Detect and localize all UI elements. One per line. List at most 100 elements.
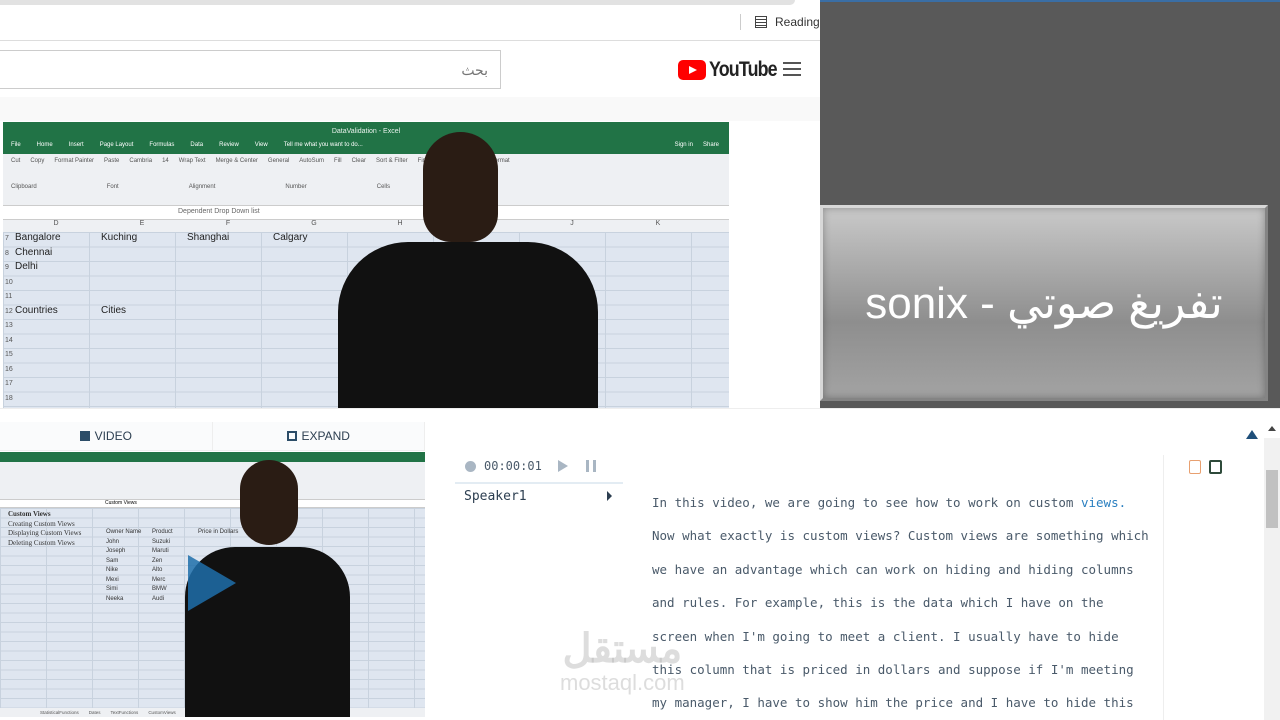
youtube-play-icon — [678, 60, 706, 80]
excel-tab: Home — [36, 142, 53, 148]
row-number: 8 — [5, 249, 9, 257]
transcript-text[interactable]: In this video, we are going to see how t… — [652, 486, 1162, 720]
scroll-up-arrow[interactable] — [1268, 426, 1276, 431]
table-header: Owner Name — [106, 529, 142, 535]
transcript-line: screen when I'm going to meet a client. … — [652, 620, 1162, 653]
player-tabs: VIDEO EXPAND — [0, 422, 425, 451]
row-number: 7 — [5, 235, 9, 242]
excel-share: Share — [702, 142, 719, 148]
ribbon-item: Cut — [11, 158, 21, 164]
timestamp: 00:00:01 — [484, 459, 542, 473]
video-off-icon — [79, 431, 90, 441]
cell-D9: Delhi — [15, 261, 38, 272]
transcript-words: my manager, I have to show him the price… — [652, 695, 1134, 711]
expand-icon — [286, 431, 297, 441]
caret-right-icon[interactable] — [607, 491, 612, 501]
presenter-head — [423, 132, 498, 242]
excel-ribbon: Cut Copy Format Painter Paste Cambria 14 Wrap … — [3, 154, 729, 206]
cell-E7: Kuching — [101, 232, 138, 243]
ribbon-group-label: Alignment — [188, 184, 216, 190]
table-cell: John — [106, 538, 120, 545]
table-cell: Maruti — [152, 548, 169, 554]
reading-list-icon — [755, 16, 767, 28]
cell-F7: Shanghai — [187, 232, 230, 243]
row-number: 13 — [5, 322, 13, 329]
column-header: F — [225, 220, 231, 227]
tab-expand[interactable]: EXPAND — [213, 422, 425, 450]
ribbon-item: 14 — [162, 158, 169, 164]
speaker-label[interactable]: Speaker1 — [464, 489, 527, 504]
clock-icon — [465, 460, 476, 472]
row-number: 10 — [5, 278, 13, 286]
table-cell: Simi — [106, 586, 118, 592]
row-number: 11 — [5, 293, 13, 300]
youtube-logo[interactable]: YouTube — [678, 58, 789, 82]
row-number: 17 — [5, 380, 13, 387]
transcript-line: and rules. For example, this is the data… — [652, 586, 1162, 619]
list-item: Creating Custom Views — [8, 519, 75, 528]
column-headers: DEFGHIJK — [3, 220, 729, 232]
column-header: D — [53, 220, 59, 227]
table-header: Price in Dollars — [198, 529, 239, 535]
video-player-main[interactable]: DataValidation - Excel Sign in Share Fil… — [3, 122, 729, 409]
presenter-body — [338, 242, 598, 409]
presenter-head — [240, 460, 298, 545]
reading-list-button[interactable]: Reading li — [740, 14, 828, 30]
sheet-tab: CustomViews — [148, 710, 176, 715]
transcript-words: and rules. For example, this is the data… — [652, 595, 1104, 611]
ribbon-item: Merge & Center — [215, 158, 258, 164]
row-header-corner — [3, 220, 13, 232]
scrollbar-thumb[interactable] — [1266, 470, 1278, 528]
list-item: Deleting Custom Views — [8, 538, 75, 547]
transcript-words: Now what exactly is custom views? Custom… — [652, 528, 1149, 544]
ribbon-item: Paste — [104, 158, 120, 164]
column-header: G — [311, 220, 317, 227]
transcript-line: In this video, we are going to see how t… — [652, 486, 1162, 519]
divider — [1163, 455, 1164, 720]
menu-icon[interactable] — [783, 62, 801, 76]
excel-ribbon — [0, 462, 425, 500]
ribbon-group-label: Font — [106, 184, 119, 190]
table-cell: Suzuki — [152, 538, 171, 545]
list-item: Custom Views — [8, 510, 51, 518]
excel-account: Sign in Share — [675, 142, 719, 148]
excel-tab: Data — [190, 142, 204, 148]
play-icon[interactable] — [557, 460, 568, 472]
promo-banner: sonix - تفريغ صوتي — [820, 205, 1268, 401]
scroll-top-button[interactable] — [1246, 430, 1258, 439]
excel-title: DataValidation - Excel — [3, 122, 729, 142]
divider — [0, 40, 820, 41]
watermark-logo: مستقل mostaql.com — [560, 627, 685, 695]
column-header: K — [655, 220, 661, 227]
ribbon-item: AutoSum — [299, 158, 324, 164]
ribbon-group-label: Clipboard — [11, 184, 37, 190]
ribbon-item: Copy — [30, 158, 45, 164]
formula-bar: Dependent Drop Down list — [3, 206, 729, 220]
transcript-line: we have an advantage which can work on h… — [652, 553, 1162, 586]
tab-video[interactable]: VIDEO — [0, 422, 213, 450]
transcript-words: screen when I'm going to meet a client. … — [652, 628, 1119, 644]
playback-controls: 00:00:01 — [465, 459, 596, 473]
row-number: 18 — [5, 394, 13, 402]
table-cell: Nike — [106, 567, 119, 573]
ribbon-group-label: Number — [285, 184, 307, 190]
excel-tab: Insert — [68, 142, 84, 148]
search-input[interactable] — [0, 50, 501, 89]
pause-icon[interactable] — [585, 460, 596, 472]
transcript-words: In this video, we are going to see how t… — [652, 495, 1081, 510]
play-overlay-icon[interactable] — [188, 555, 236, 611]
cell-D8: Chennai — [15, 246, 53, 258]
sheet-tab: TextFunctions — [110, 710, 139, 715]
formula-bar: Custom Views — [0, 500, 425, 508]
ribbon-item: Fill — [333, 158, 342, 164]
note-icon[interactable] — [1189, 460, 1201, 474]
row-number: 15 — [5, 351, 13, 358]
table-cell: Zen — [152, 557, 163, 564]
excel-tabs: Sign in Share File Home Insert Page Layout F… — [3, 142, 729, 154]
transcript-line: Now what exactly is custom views? Custom… — [652, 519, 1162, 552]
highlighted-word: views. — [1080, 495, 1127, 510]
table-cell: Joseph — [106, 548, 126, 554]
table-cell: Audi — [152, 595, 165, 602]
checkbox-icon[interactable] — [1209, 460, 1222, 474]
browser-tab-strip — [0, 0, 795, 5]
